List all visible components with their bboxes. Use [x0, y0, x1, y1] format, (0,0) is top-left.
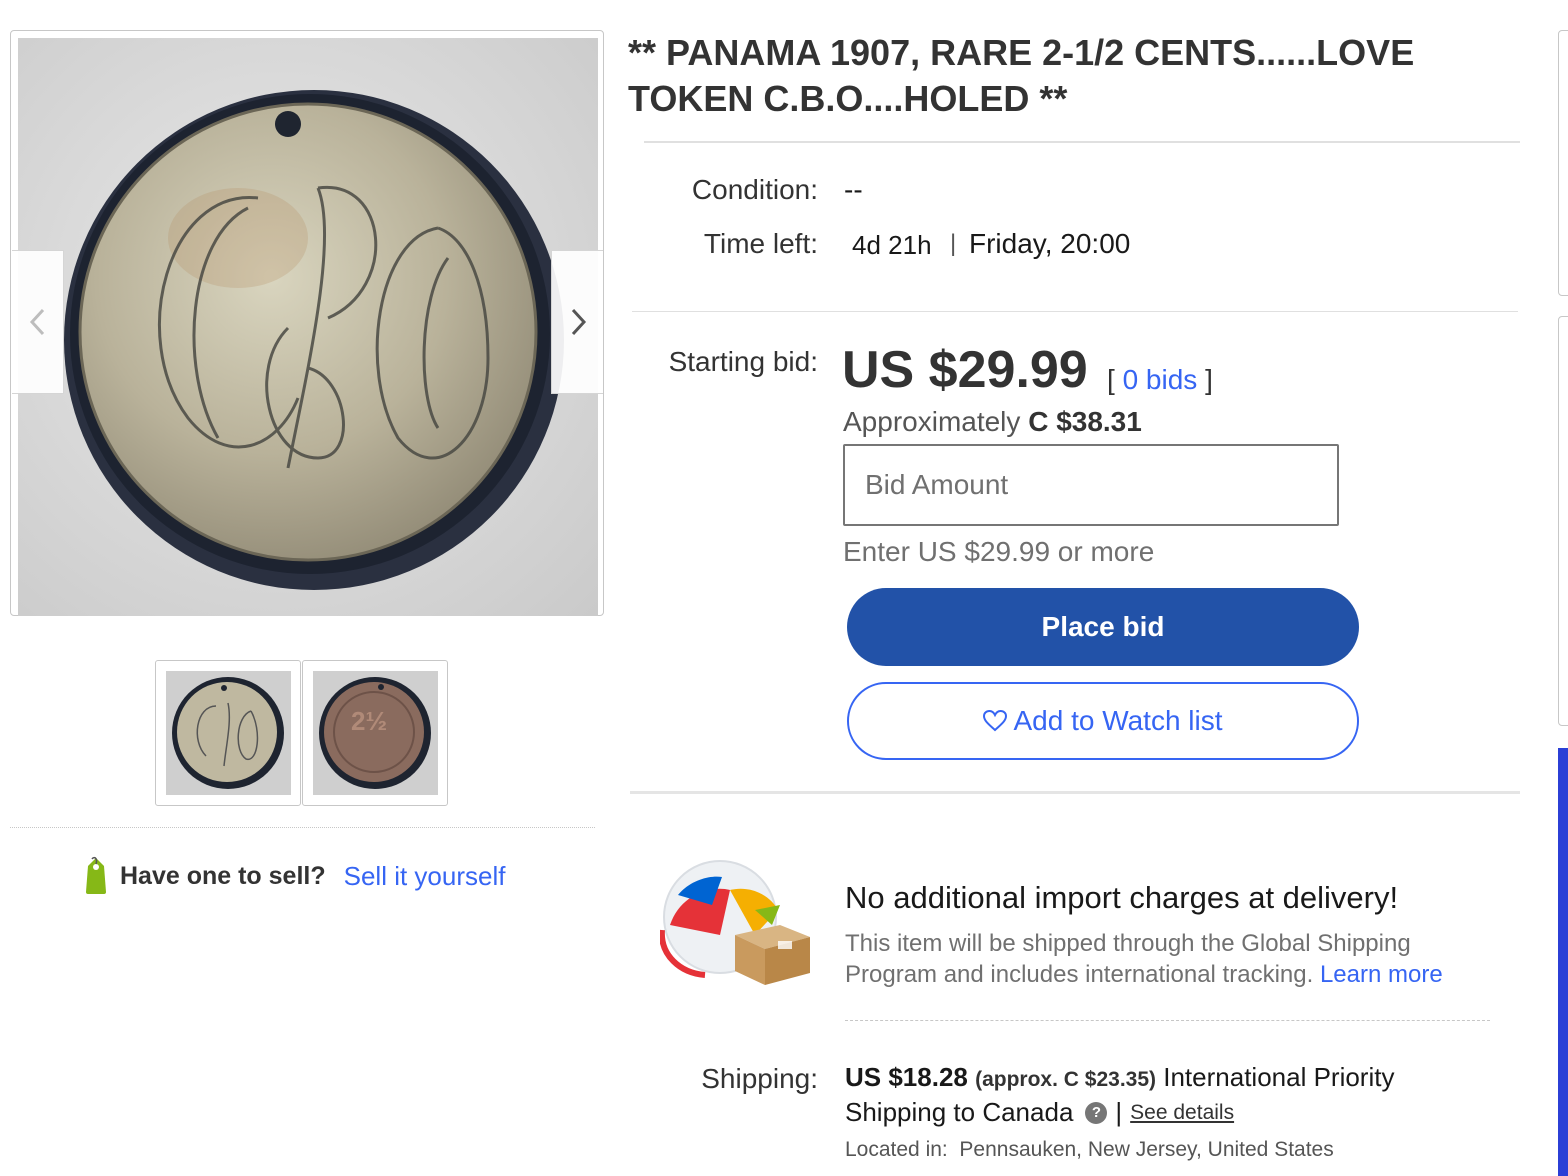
- import-charges-title: No additional import charges at delivery…: [845, 880, 1399, 915]
- located-label: Located in:: [845, 1138, 948, 1161]
- starting-bid-label: Starting bid:: [668, 346, 818, 377]
- divider: [632, 311, 1518, 312]
- condition-label: Condition:: [691, 174, 818, 205]
- current-price: US $29.99: [842, 341, 1088, 399]
- condition-value: --: [844, 174, 863, 205]
- place-bid-label: Place bid: [1041, 611, 1165, 642]
- divider: [644, 141, 1520, 143]
- previous-image-button[interactable]: [12, 250, 64, 394]
- next-image-button[interactable]: [551, 250, 603, 394]
- add-to-watchlist-button[interactable]: Add to Watch list: [847, 682, 1359, 760]
- bracket-open: [: [1107, 364, 1115, 395]
- bid-hint: Enter US $29.99 or more: [843, 536, 1155, 567]
- end-time: Friday, 20:00: [969, 228, 1131, 259]
- help-icon[interactable]: ?: [1085, 1101, 1108, 1124]
- bid-amount-input[interactable]: [843, 444, 1339, 526]
- time-left-label: Time left:: [703, 228, 818, 259]
- side-banner-edge: [1558, 748, 1568, 1176]
- thumbnail-image-front: [165, 671, 291, 795]
- bid-history-link[interactable]: 0 bids: [1123, 364, 1198, 395]
- main-item-image[interactable]: [18, 38, 598, 616]
- time-left-value: 4d 21h: [852, 230, 932, 260]
- thumbnail-1[interactable]: [155, 660, 301, 806]
- approx-prefix: Approximately: [843, 406, 1021, 437]
- chevron-right-icon: [571, 308, 586, 336]
- coin-denomination-mark: 2½: [351, 706, 388, 736]
- place-bid-button[interactable]: Place bid: [847, 588, 1359, 666]
- converted-price: Approximately C $38.31: [843, 406, 1142, 438]
- shipping-approx: (approx. C $23.35): [975, 1068, 1157, 1091]
- coin-photo: [18, 38, 598, 616]
- located-value: Pennsauken, New Jersey, United States: [959, 1138, 1334, 1161]
- shipping-cost-line: US $18.28 (approx. C $23.35) Internation…: [845, 1062, 1394, 1093]
- divider: [10, 827, 595, 828]
- item-title: ** PANAMA 1907, RARE 2-1/2 CENTS......LO…: [628, 32, 1415, 119]
- side-panel-edge: [1558, 316, 1568, 726]
- shipping-method: International Priority: [1163, 1062, 1395, 1092]
- chevron-left-icon: [29, 308, 44, 336]
- watch-label: Add to Watch list: [1013, 705, 1223, 736]
- bid-count: [ 0 bids ]: [1107, 364, 1213, 396]
- sell-label: Have one to sell?: [120, 861, 326, 890]
- approx-value: C $38.31: [1028, 406, 1142, 437]
- sell-it-yourself-link[interactable]: Sell it yourself: [344, 861, 506, 892]
- see-details-link[interactable]: See details: [1130, 1101, 1234, 1125]
- shipping-destination: Shipping to Canada: [845, 1097, 1074, 1127]
- import-charges-description: This item will be shipped through the Gl…: [845, 928, 1505, 990]
- price-tag-icon: [86, 856, 106, 894]
- shipping-label: Shipping:: [701, 1063, 818, 1094]
- shipping-cost: US $18.28: [845, 1062, 968, 1092]
- time-separator: |: [950, 230, 957, 257]
- divider: [630, 791, 1520, 794]
- item-location: Located in: Pennsauken, New Jersey, Unit…: [845, 1138, 1334, 1162]
- divider: [845, 1020, 1490, 1021]
- global-shipping-icon: [658, 855, 812, 990]
- sell-promo: Have one to sell? Sell it yourself: [82, 856, 505, 896]
- shipping-destination-line: Shipping to Canada ? | See details: [845, 1097, 1234, 1128]
- pipe-separator: |: [1115, 1097, 1123, 1127]
- thumbnail-2[interactable]: 2½: [302, 660, 448, 806]
- heart-icon: [983, 710, 1008, 732]
- bracket-close: ]: [1205, 364, 1213, 395]
- side-panel-edge: [1558, 30, 1568, 296]
- learn-more-link[interactable]: Learn more: [1320, 961, 1443, 988]
